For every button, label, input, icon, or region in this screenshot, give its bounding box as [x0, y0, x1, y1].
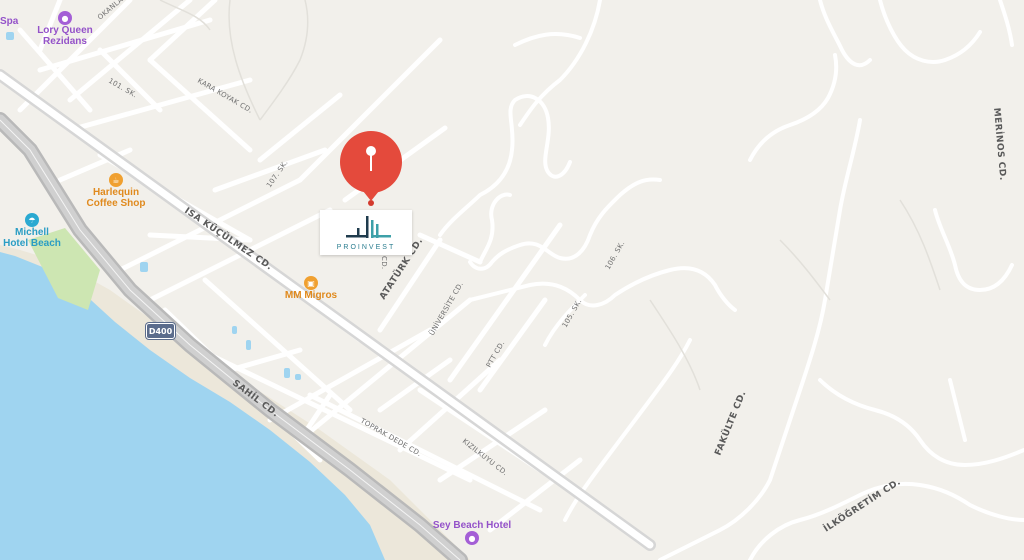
- poi-michell-label-2: Hotel Beach: [3, 238, 61, 249]
- coffee-icon: ☕: [109, 173, 123, 187]
- poi-mm-migros[interactable]: ▣ MM Migros: [280, 276, 342, 301]
- poi-michell[interactable]: ☂ Michell Hotel Beach: [0, 213, 64, 249]
- poi-harlequin-label-2: Coffee Shop: [86, 198, 146, 209]
- highway-shield-d400: D400: [146, 323, 175, 339]
- poi-sey-beach-label: Sey Beach Hotel: [432, 520, 512, 531]
- beach-umbrella-icon: ☂: [25, 213, 39, 227]
- street-label-105-sk: 105. SK.: [561, 298, 584, 329]
- trails: [159, 0, 941, 391]
- poi-harlequin[interactable]: ☕ Harlequin Coffee Shop: [82, 173, 150, 209]
- poi-lory-queen-label-2: Rezidans: [43, 36, 87, 47]
- hotel-icon: ●: [465, 531, 479, 545]
- poi-mm-migros-label: MM Migros: [284, 290, 338, 301]
- proinvest-logo-icon: [346, 216, 391, 238]
- poi-sey-beach[interactable]: ● Sey Beach Hotel: [427, 520, 517, 545]
- poi-lory-queen-label-1: Lory Queen: [37, 25, 93, 36]
- street-label-106-sk: 106. SK.: [604, 240, 627, 271]
- poi-harlequin-label-1: Harlequin: [92, 187, 140, 198]
- street-label-ilkogretim: İLKÖĞRETİM CD.: [821, 476, 903, 535]
- proinvest-logo-text: PROINVEST: [336, 244, 396, 251]
- poi-spa-label: Spa: [0, 16, 19, 27]
- poi-lory-queen[interactable]: ● Lory Queen Rezidans: [30, 11, 100, 47]
- map-canvas[interactable]: OKANLAR SK. 101. SK. KARA KOYAK CD. 107.…: [0, 0, 1024, 560]
- street-label-fakulte: FAKÜLTE CD.: [713, 389, 749, 457]
- hotel-icon: ●: [58, 11, 72, 25]
- map-pin-icon: [340, 131, 402, 206]
- shopping-basket-icon: ▣: [304, 276, 318, 290]
- poi-michell-label-1: Michell: [15, 227, 49, 238]
- location-pin[interactable]: [339, 131, 403, 209]
- poi-spa[interactable]: Spa: [0, 8, 18, 27]
- proinvest-logo-card[interactable]: PROINVEST: [320, 210, 412, 255]
- street-label-cd-short: CD.: [380, 256, 388, 269]
- street-label-merinos: MERİNOS CD.: [991, 107, 1008, 181]
- map-base-layer: OKANLAR SK. 101. SK. KARA KOYAK CD. 107.…: [0, 0, 1024, 560]
